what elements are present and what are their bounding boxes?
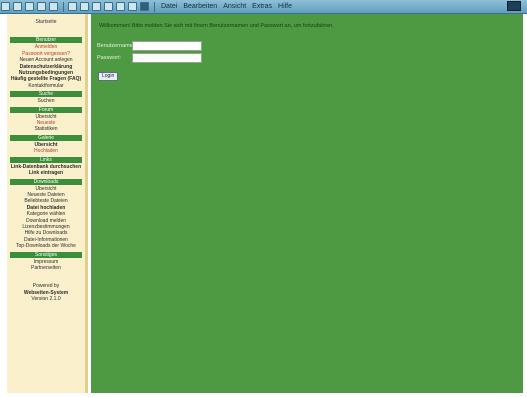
sidebar-section-header: Galerie [10,134,82,141]
toolbar-nav-group [0,0,158,13]
sidebar-item[interactable]: Hochladen [10,148,82,154]
sidebar-section-header: Suche [10,91,82,98]
sidebar-sections: Benutzer Anmelden Passwort vergessen? Neuen… [10,37,82,271]
favorites-icon[interactable] [80,2,89,11]
mail-icon[interactable] [104,2,113,11]
window-button[interactable] [507,1,521,11]
history-icon[interactable] [92,2,101,11]
sidebar-section-header: Links [10,156,82,163]
sidebar-item[interactable]: Top-Downloads der Woche [10,243,82,249]
sidebar-footer-line: Version 2.1.0 [31,296,61,303]
forward-icon[interactable] [13,2,22,11]
browser-toolbar: Datei Bearbeiten Ansicht Extras Hilfe [0,0,527,14]
username-row: Benutzername: [97,40,202,52]
sidebar-section-header: Benutzer [10,37,82,44]
print-icon[interactable] [116,2,125,11]
menu-tools[interactable]: Extras [252,3,272,10]
stop-icon[interactable] [25,2,34,11]
sidebar-section-header: Forum [10,106,82,113]
menu-edit[interactable]: Bearbeiten [183,3,217,10]
back-icon[interactable] [1,2,10,11]
search-icon[interactable] [68,2,77,11]
intro-text: Willkommen! Bitte melden Sie sich mit Ih… [99,23,334,29]
sidebar-home-link[interactable]: Startseite [10,19,82,25]
sidebar-item[interactable]: Kontaktformular [10,83,82,89]
sidebar-section-header: Sonstiges [10,251,82,258]
sidebar-section-header: Downloads [10,178,82,185]
main-content: Willkommen! Bitte melden Sie sich mit Ih… [91,14,523,393]
menu-view[interactable]: Ansicht [223,3,246,10]
sidebar-item[interactable]: Neuen Account anlegen [10,57,82,63]
login-button[interactable]: Login [98,71,119,81]
password-input[interactable] [132,53,202,63]
username-label: Benutzername: [97,43,135,49]
toolbar-separator [154,1,155,12]
menu-file[interactable]: Datei [161,3,177,10]
edit-icon[interactable] [128,2,137,11]
home-icon[interactable] [49,2,58,11]
sidebar-item[interactable]: Link eintragen [10,170,82,176]
sidebar: Startseite Benutzer Anmelden Passwort verg… [7,14,88,393]
username-input[interactable] [132,41,202,51]
sidebar-item[interactable]: Häufig gestellte Fragen (FAQ) [10,76,82,82]
discuss-icon[interactable] [140,2,149,11]
sidebar-item[interactable]: Statistiken [10,126,82,132]
toolbar-separator [63,1,64,12]
password-label: Passwort: [97,55,122,61]
menu-help[interactable]: Hilfe [278,3,292,10]
toolbar-right [501,1,521,11]
sidebar-item[interactable]: Suchen [10,98,82,104]
password-row: Passwort: [97,52,202,64]
login-form: Benutzername: Passwort: Login [97,40,202,82]
refresh-icon[interactable] [37,2,46,11]
